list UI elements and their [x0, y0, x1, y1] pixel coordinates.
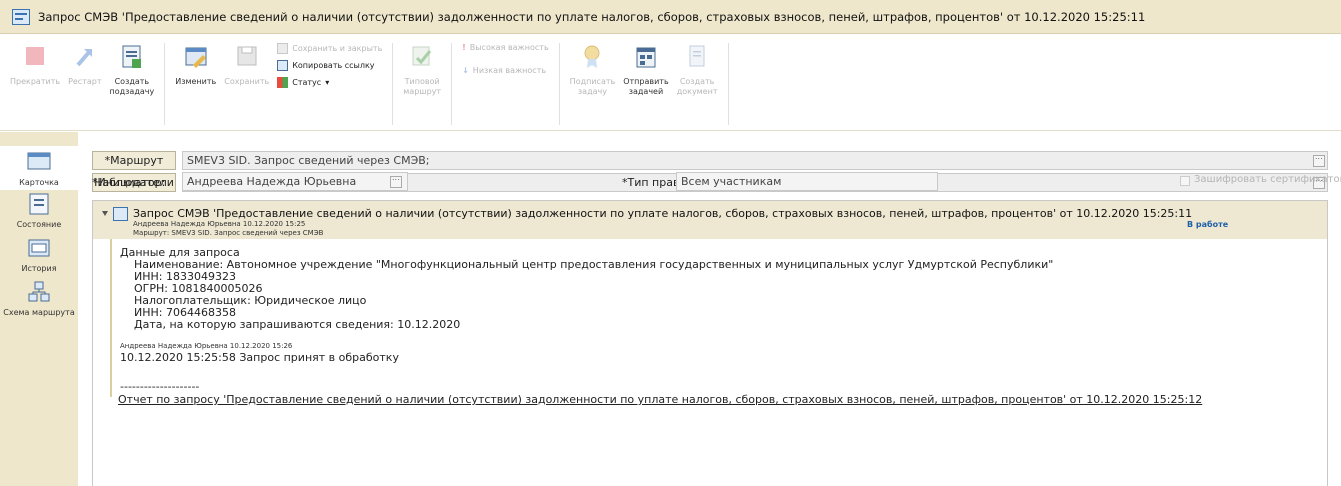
toolbar-separator: [451, 43, 453, 125]
create-subtask-button[interactable]: Создать подзадачу: [110, 43, 154, 97]
left-nav: Карточка Состояние История Схема маршрут…: [0, 132, 78, 486]
restart-icon: [72, 43, 98, 71]
route-button[interactable]: *Маршрут: [92, 151, 176, 170]
route-field[interactable]: SMEV3 SID. Запрос сведений через СМЭВ;: [182, 151, 1328, 170]
restart-button[interactable]: Рестарт: [68, 43, 102, 87]
task-icon: [12, 8, 30, 25]
initiator-picker-icon[interactable]: [390, 173, 402, 188]
initiator-label: *Инициатор:: [92, 176, 166, 189]
body-line: Наименование: Автономное учреждение "Мно…: [120, 258, 1054, 271]
status-dropdown[interactable]: Статус ▾: [277, 77, 382, 88]
document-icon: [684, 43, 710, 71]
route-scheme-icon: [26, 280, 52, 304]
history-icon: [26, 236, 52, 260]
body-line: Дата, на которую запрашиваются сведения:…: [120, 318, 461, 331]
send-icon: [633, 43, 659, 71]
window-title-bar: Запрос СМЭВ 'Предоставление сведений о н…: [0, 0, 1341, 34]
save-close-button[interactable]: Сохранить и закрыть: [277, 43, 382, 54]
collapse-triangle-icon[interactable]: [102, 211, 108, 216]
encrypt-checkbox[interactable]: [1180, 176, 1190, 186]
nav-card[interactable]: Карточка: [0, 146, 78, 190]
edit-icon: [183, 43, 209, 71]
task-author: Андреева Надежда Юрьевна 10.12.2020 15:2…: [133, 220, 306, 228]
task-panel: Запрос СМЭВ 'Предоставление сведений о н…: [92, 200, 1328, 486]
stop-button[interactable]: Прекратить: [10, 43, 60, 87]
stop-icon: [22, 43, 48, 71]
toolbar: Прекратить Рестарт Создать подзадачу Изм…: [0, 35, 1341, 131]
low-importance-button[interactable]: ↓ Низкая важность: [462, 66, 549, 75]
initiator-field[interactable]: Андреева Надежда Юрьевна: [182, 172, 408, 191]
high-importance-button[interactable]: ! Высокая важность: [462, 43, 549, 52]
rights-label: *Тип прав:: [622, 176, 684, 189]
copy-link-button[interactable]: Копировать ссылку: [277, 60, 382, 71]
window-title: Запрос СМЭВ 'Предоставление сведений о н…: [38, 9, 1146, 24]
nav-route-scheme[interactable]: Схема маршрута: [0, 280, 78, 317]
divider-line: --------------------: [120, 380, 200, 393]
route-icon: [409, 43, 435, 71]
status-icon: [277, 77, 289, 88]
typical-route-button[interactable]: Типовой маршрут: [403, 43, 441, 97]
task-route: Маршрут: SMEV3 SID. Запрос сведений чере…: [133, 229, 324, 237]
task-icon: [113, 207, 128, 221]
comment-meta: Андреева Надежда Юрьевна 10.12.2020 15:2…: [120, 342, 293, 350]
toolbar-separator: [164, 43, 166, 125]
save-close-icon: [277, 43, 289, 54]
route-picker-icon[interactable]: [1313, 152, 1325, 167]
send-task-button[interactable]: Отправить задачей: [623, 43, 669, 97]
task-header[interactable]: Запрос СМЭВ 'Предоставление сведений о н…: [93, 201, 1327, 239]
arrow-down-icon: ↓: [462, 66, 469, 75]
nav-history[interactable]: История: [0, 236, 78, 273]
edit-button[interactable]: Изменить: [175, 43, 216, 87]
task-status: В работе: [1187, 220, 1229, 229]
card-icon: [26, 150, 52, 174]
report-link[interactable]: Отчет по запросу 'Предоставление сведени…: [118, 393, 1202, 406]
comment-text: 10.12.2020 15:25:58 Запрос принят в обра…: [120, 351, 399, 364]
toolbar-separator: [392, 43, 394, 125]
save-button[interactable]: Сохранить: [224, 43, 269, 87]
rights-field[interactable]: Всем участникам: [676, 172, 938, 191]
task-title: Запрос СМЭВ 'Предоставление сведений о н…: [133, 207, 1193, 220]
task-body: Данные для запроса Наименование: Автоном…: [110, 239, 1327, 397]
state-icon: [26, 192, 52, 216]
create-subtask-icon: [119, 43, 145, 71]
chevron-down-icon: ▾: [325, 78, 330, 87]
create-document-button[interactable]: Создать документ: [677, 43, 718, 97]
toolbar-separator: [558, 43, 560, 125]
sign-task-button[interactable]: Подписать задачу: [570, 43, 615, 97]
exclamation-icon: !: [462, 43, 466, 52]
encrypt-label: Зашифровать сертификатом: [1194, 174, 1341, 185]
copy-link-icon: [277, 60, 289, 71]
nav-state[interactable]: Состояние: [0, 192, 78, 229]
save-icon: [234, 43, 260, 71]
toolbar-separator: [727, 43, 729, 125]
medal-icon: [579, 43, 605, 71]
